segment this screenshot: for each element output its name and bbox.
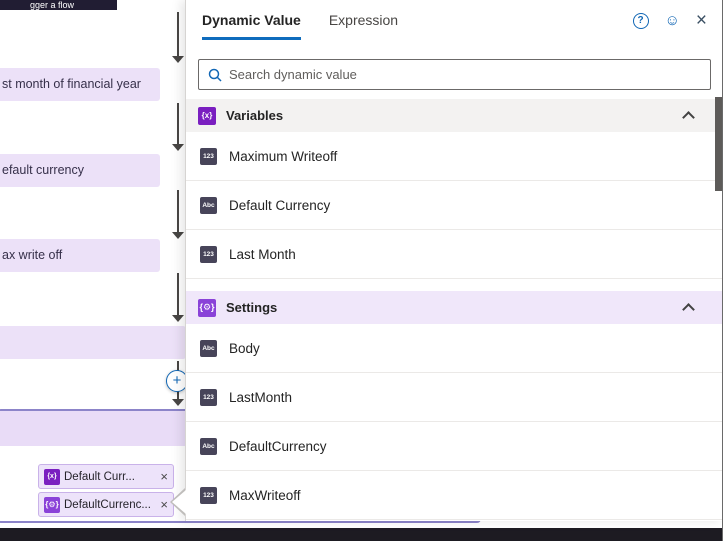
list-item-maximum-writeoff[interactable]: 123 Maximum Writeoff — [186, 132, 723, 181]
list-item-label: DefaultCurrency — [229, 438, 327, 454]
dynamic-value-list: {x} Variables 123 Maximum Writeoff Abc D… — [186, 99, 723, 520]
list-item-label: Maximum Writeoff — [229, 148, 338, 164]
flow-card-max-write-off[interactable]: ax write off — [0, 239, 160, 272]
scrollbar-thumb[interactable] — [715, 97, 722, 191]
connector-arrow-icon — [172, 56, 184, 63]
close-icon[interactable]: × — [160, 469, 168, 484]
connector-line — [177, 273, 179, 315]
list-item-label: Last Month — [229, 246, 296, 262]
feedback-smiley-icon[interactable]: ☺ — [665, 12, 680, 29]
text-type-icon: Abc — [200, 339, 217, 357]
connector-line — [177, 12, 179, 56]
connector-arrow-icon — [172, 399, 184, 406]
search-input[interactable] — [229, 67, 701, 82]
flow-card-label: ax write off — [2, 248, 63, 262]
bottom-bar — [0, 528, 723, 541]
section-header-settings[interactable]: {⚙} Settings — [186, 291, 723, 324]
section-title: Settings — [226, 300, 278, 315]
callout-beak — [172, 490, 186, 514]
list-item-label: Default Currency — [229, 197, 331, 213]
number-type-icon: 123 — [200, 486, 217, 504]
section-title: Variables — [226, 108, 284, 123]
list-item-label: Body — [229, 340, 260, 356]
close-icon[interactable]: × — [160, 497, 168, 512]
variables-icon: {x} — [198, 106, 216, 125]
trigger-title-text: gger a flow — [30, 0, 75, 10]
panel-header-icons: ? ☺ × — [632, 11, 707, 30]
list-item-last-month[interactable]: 123 Last Month — [186, 230, 723, 279]
flow-card-default-currency[interactable]: efault currency — [0, 154, 160, 187]
list-item-default-currency[interactable]: Abc Default Currency — [186, 181, 723, 230]
connector-arrow-icon — [172, 144, 184, 151]
settings-icon: {⚙} — [198, 298, 216, 317]
chip-label: DefaultCurrenc... — [64, 498, 151, 511]
chevron-up-icon[interactable] — [682, 111, 695, 124]
connector-line — [177, 103, 179, 144]
help-icon[interactable]: ? — [632, 12, 649, 29]
list-item-label: MaxWriteoff — [229, 487, 301, 503]
section-header-variables[interactable]: {x} Variables — [186, 99, 723, 132]
flow-card-label: efault currency — [2, 163, 84, 177]
search-box[interactable] — [198, 59, 711, 90]
connector-arrow-icon — [172, 232, 184, 239]
tab-expression[interactable]: Expression — [329, 12, 398, 40]
number-type-icon: 123 — [200, 245, 217, 263]
tab-dynamic-value[interactable]: Dynamic Value — [202, 12, 301, 40]
settings-icon: {⚙} — [44, 496, 60, 513]
section-gap — [186, 279, 723, 291]
close-icon[interactable]: × — [696, 11, 707, 30]
text-type-icon: Abc — [200, 196, 217, 214]
trigger-title-fragment: gger a flow — [0, 0, 117, 10]
chip-label: Default Curr... — [64, 470, 135, 483]
dynamic-value-panel: Dynamic Value Expression ? ☺ × {x} Varia… — [185, 0, 723, 521]
connector-line — [177, 190, 179, 232]
flow-card-unnamed[interactable] — [0, 326, 186, 359]
text-type-icon: Abc — [200, 437, 217, 455]
dynamic-content-chip[interactable]: {⚙} DefaultCurrenc... × — [38, 492, 174, 517]
search-icon — [208, 68, 222, 82]
flow-card-label: st month of financial year — [2, 77, 141, 91]
list-item-defaultcurrency[interactable]: Abc DefaultCurrency — [186, 422, 723, 471]
list-item-body[interactable]: Abc Body — [186, 324, 723, 373]
list-item-label: LastMonth — [229, 389, 293, 405]
connector-arrow-icon — [172, 315, 184, 322]
list-item-maxwriteoff[interactable]: 123 MaxWriteoff — [186, 471, 723, 520]
number-type-icon: 123 — [200, 147, 217, 165]
variables-icon: {x} — [44, 468, 60, 485]
list-item-lastmonth[interactable]: 123 LastMonth — [186, 373, 723, 422]
dynamic-content-chip[interactable]: {x} Default Curr... × — [38, 464, 174, 489]
chevron-up-icon[interactable] — [682, 303, 695, 316]
number-type-icon: 123 — [200, 388, 217, 406]
flow-card-last-month[interactable]: st month of financial year — [0, 68, 160, 101]
